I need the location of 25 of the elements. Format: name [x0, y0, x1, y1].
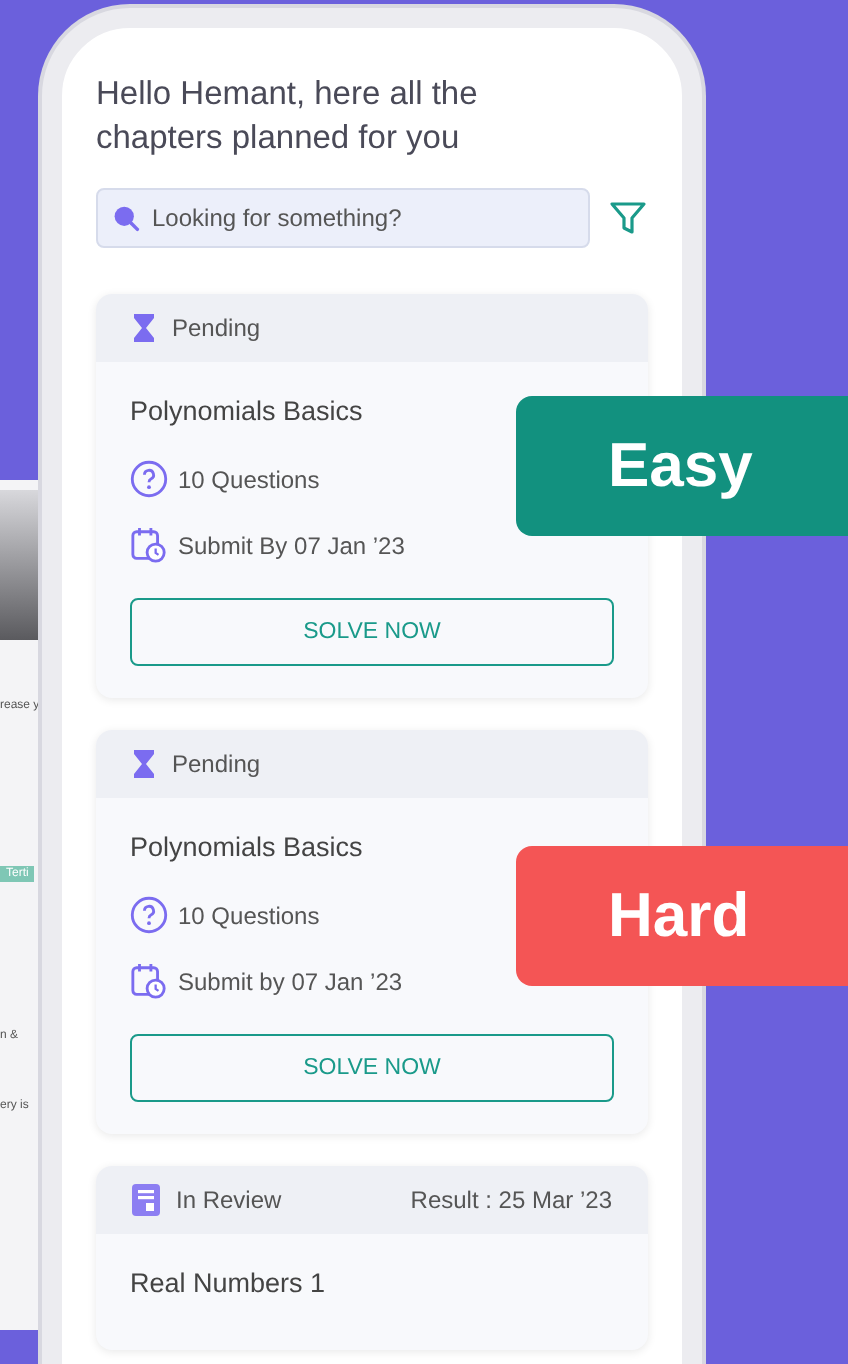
calendar-clock-icon	[130, 962, 168, 1000]
status-label: Pending	[172, 314, 261, 342]
submit-date: Submit by 07 Jan ’23	[178, 967, 403, 995]
question-count: 10 Questions	[178, 465, 320, 493]
search-field[interactable]: Looking for something?	[96, 188, 590, 248]
status-label: In Review	[176, 1186, 282, 1214]
solve-now-button[interactable]: SOLVE NOW	[130, 598, 614, 666]
chapter-title: Real Numbers 1	[130, 1268, 328, 1298]
filter-icon[interactable]	[608, 198, 648, 238]
question-icon	[130, 460, 168, 498]
submit-date: Submit By 07 Jan ’23	[178, 531, 405, 559]
document-icon	[132, 1184, 160, 1216]
hourglass-icon	[132, 312, 156, 344]
chapter-title: Polynomials Basics	[130, 832, 365, 862]
chapter-title: Polynomials Basics	[130, 396, 365, 426]
difficulty-badge: Hard	[516, 846, 848, 986]
question-count: 10 Questions	[178, 901, 320, 929]
status-label: Pending	[172, 750, 261, 778]
difficulty-badge: Easy	[516, 396, 848, 536]
result-date: Result : 25 Mar ’23	[410, 1186, 612, 1214]
greeting-title: Hello Hemant, here all the chapters planned for you	[96, 74, 480, 160]
calendar-clock-icon	[130, 526, 168, 564]
hourglass-icon	[132, 748, 156, 780]
solve-now-button[interactable]: SOLVE NOW	[130, 1034, 614, 1102]
question-icon	[130, 896, 168, 934]
